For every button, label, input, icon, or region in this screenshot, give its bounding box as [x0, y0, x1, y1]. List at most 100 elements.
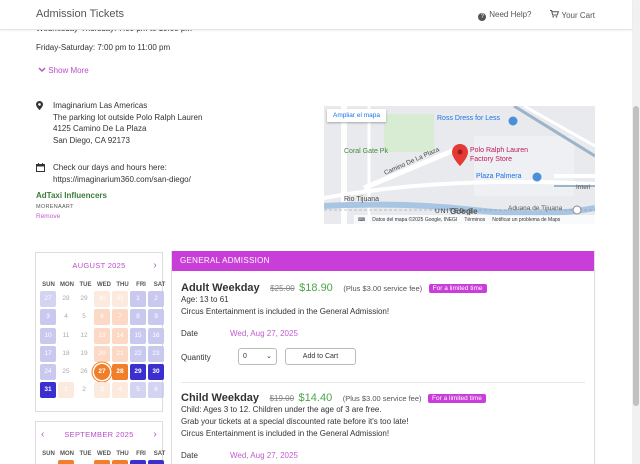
page-scrollbar[interactable] [632, 0, 640, 464]
keyboard-icon[interactable]: ⌨ [358, 217, 365, 223]
weekday-label: SAT [153, 282, 166, 288]
calendar-days-grid: 27 28 29 30 31 1 2 3 4 5 6 7 8 9 10 11 12 13 14 15 16 17 18 19 2… [36, 291, 164, 399]
calendar-day[interactable]: 6 [94, 309, 110, 326]
calendar-day[interactable]: 15 [130, 327, 146, 344]
map-label-coral: Coral Gate Pk [344, 148, 388, 155]
calendar-day[interactable]: 28 [112, 364, 128, 381]
remove-influencer-link[interactable]: Remove [36, 213, 107, 220]
ticket-age: Child: Ages 3 to 12. Children under the … [181, 405, 382, 414]
check-hours-url[interactable]: https://imaginarium360.com/san-diego/ [53, 174, 296, 186]
quantity-select[interactable]: 0 ⌄ [238, 348, 277, 365]
calendar-day[interactable]: 31 [112, 291, 128, 307]
calendar-day: 19 [76, 345, 92, 362]
weekday-label: WED [97, 282, 111, 288]
influencer-name: AdTaxi Influencers [36, 191, 107, 200]
venue-address: Imaginarium Las Americas The parking lot… [36, 100, 296, 150]
check-hours-label: Check our days and hours here: [53, 163, 167, 172]
ticket-name: Adult Weekday [181, 282, 260, 294]
map-report-link[interactable]: Notificar un problema de Maps [492, 217, 560, 223]
calendar-day[interactable] [58, 460, 74, 464]
calendar-day[interactable]: 21 [112, 345, 128, 362]
map-terms-link[interactable]: Términos [464, 217, 485, 223]
next-month-chevron-icon[interactable]: › [153, 422, 157, 448]
map-place-name[interactable]: Polo Ralph Lauren Factory Store [470, 146, 540, 164]
your-cart-link[interactable]: Your Cart [549, 10, 595, 21]
calendar-day[interactable]: 2 [148, 291, 164, 307]
weekday-label: MON [60, 282, 74, 288]
calendar-day[interactable]: 27 [40, 291, 56, 307]
scrollbar-thumb[interactable] [633, 106, 639, 406]
calendar-day[interactable]: 23 [148, 345, 164, 362]
weekday-label: SUN [42, 282, 55, 288]
weekday-header-row: SUN MON TUE WED THU FRI SAT [36, 448, 165, 460]
ticket-age: Age: 13 to 61 [181, 295, 229, 304]
date-label: Date [181, 329, 198, 338]
quantity-label: Quantity [181, 353, 211, 362]
calendar-day[interactable]: 1 [130, 291, 146, 307]
calendar-day[interactable]: 7 [112, 309, 128, 326]
date-value: Wed, Aug 27, 2025 [230, 451, 298, 460]
limited-time-badge: For a limited time [428, 394, 486, 403]
ticket-adult-weekday: Adult Weekday $25.00 $18.90 (Plus $3.00 … [181, 282, 487, 318]
calendar-day[interactable]: 9 [148, 309, 164, 326]
service-fee: (Plus $3.00 service fee) [343, 284, 423, 293]
calendar-day[interactable]: 8 [130, 309, 146, 326]
weekday-header-row: SUN MON TUE WED THU FRI SAT [36, 279, 165, 291]
calendar-day[interactable] [94, 460, 110, 464]
calendar-day[interactable]: 31 [40, 382, 56, 399]
next-month-chevron-icon[interactable]: › [153, 253, 157, 279]
prev-month-chevron-icon[interactable]: ‹ [41, 422, 45, 448]
calendar-day[interactable]: 29 [130, 364, 146, 381]
map-label-palmera: Plaza Palmera [476, 173, 522, 180]
weekday-label: WED [97, 451, 111, 457]
calendar-day[interactable]: 4 [112, 382, 128, 399]
show-more-link[interactable]: Show More [38, 66, 89, 75]
calendar-day: 29 [76, 291, 92, 307]
calendar-day [76, 460, 92, 464]
calendar-day[interactable]: 3 [40, 309, 56, 326]
ticket-name: Child Weekday [181, 392, 260, 404]
calendar-day[interactable]: 24 [40, 364, 56, 381]
calendar-day[interactable]: 10 [40, 327, 56, 344]
enlarge-map-link[interactable]: Ampliar el mapa [327, 109, 386, 122]
section-title: GENERAL ADMISSION [172, 251, 594, 271]
calendar-day: 2 [76, 382, 92, 399]
calendar-day[interactable]: 30 [148, 364, 164, 381]
calendar-day[interactable]: 30 [94, 291, 110, 307]
map-label-ross: Ross Dress for Less [437, 115, 501, 122]
hours-weekend: Friday-Saturday: 7:00 pm to 11:00 pm [36, 43, 171, 52]
map-data-attribution: Datos del mapa ©2025 Google, INEGI [372, 216, 458, 223]
calendar-day[interactable]: 16 [148, 327, 164, 344]
venue-line2: The parking lot outside Polo Ralph Laure… [53, 112, 203, 122]
question-circle-icon: ? [478, 13, 487, 21]
calendar-day: 18 [58, 345, 74, 362]
calendar-day-selected[interactable]: 27 [94, 364, 110, 381]
calendar-day[interactable]: 20 [94, 345, 110, 362]
map-label-rio: Rio Tijuana [344, 196, 380, 203]
ticket-note: Circus Entertainment is included in the … [181, 307, 390, 316]
calendar-day[interactable]: 17 [40, 345, 56, 362]
chevron-down-icon [38, 66, 48, 75]
calendar-day[interactable]: 3 [94, 382, 110, 399]
date-row: Date Wed, Aug 27, 2025 [181, 329, 298, 338]
calendar-month-label: SEPTEMBER 2025 [64, 430, 134, 439]
calendar-day[interactable] [112, 460, 128, 464]
location-map[interactable]: Ampliar el mapa Ross Dress for Less Cora… [324, 106, 595, 224]
add-to-cart-button[interactable]: Add to Cart [285, 348, 356, 365]
calendar-day[interactable] [130, 460, 146, 464]
weekday-label: FRI [136, 451, 146, 457]
calendar-day[interactable]: 1 [58, 382, 74, 399]
influencer-block: AdTaxi Influencers MORENAART Remove [36, 191, 107, 220]
cart-icon [549, 10, 559, 20]
calendar-month-label: AUGUST 2025 [72, 261, 126, 270]
calendar-day[interactable]: 14 [112, 327, 128, 344]
map-label-inter: Interi [576, 184, 591, 191]
calendar-day[interactable] [148, 460, 164, 464]
calendar-day[interactable]: 5 [130, 382, 146, 399]
need-help-link[interactable]: ? Need Help? [478, 10, 532, 21]
calendar-day[interactable]: 13 [94, 327, 110, 344]
calendar-day: 11 [58, 327, 74, 344]
calendar-day[interactable]: 6 [148, 382, 164, 399]
weekday-label: MON [60, 451, 74, 457]
calendar-day[interactable]: 22 [130, 345, 146, 362]
